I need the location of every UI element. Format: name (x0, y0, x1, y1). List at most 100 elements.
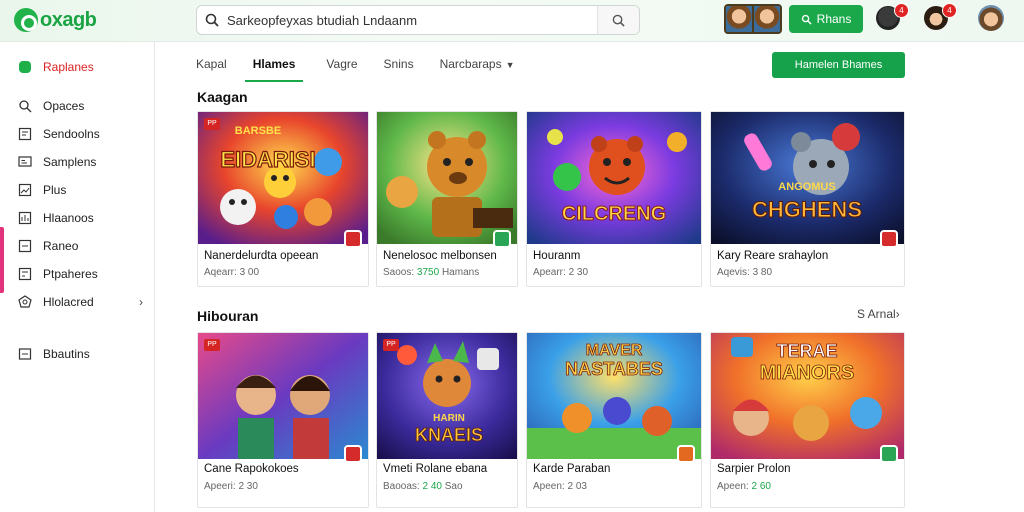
sidebar-item-label: Plus (43, 183, 67, 197)
art-title-text: NASTABES (565, 359, 663, 379)
card-tag-badge: PP (383, 339, 399, 351)
game-thumbnail: CILCRENG (527, 112, 701, 244)
sidebar-item-opaces[interactable]: Opaces (0, 94, 155, 118)
game-thumbnail (377, 112, 517, 244)
card-title: Houranm (533, 250, 581, 262)
search-bar (196, 5, 640, 35)
card-meta: Saoos: 3750 Hamans (383, 267, 479, 278)
tab-hlames[interactable]: Hlames (244, 52, 304, 82)
sidebar-item-samplens[interactable]: Samplens (0, 150, 155, 174)
friends-avatar-pair[interactable] (724, 4, 782, 34)
logo-icon (14, 8, 38, 32)
notifications-avatar[interactable]: 4 (876, 3, 909, 30)
logo-text: oxagb (40, 8, 97, 31)
game-card[interactable]: CILCRENG Houranm Apearr: 2 30 (526, 111, 702, 287)
friend-avatar (752, 6, 780, 32)
monitor-icon (18, 156, 32, 167)
favorite-icon[interactable] (344, 445, 362, 463)
sidebar-item-label: Samplens (43, 155, 97, 169)
friend-avatar (726, 6, 752, 32)
header-primary-button-label: Rhans (816, 12, 852, 26)
art-top-text: MAVER (586, 342, 643, 359)
meta-label: Apeen: (717, 481, 752, 492)
caret-down-icon: ▼ (505, 60, 515, 70)
messages-avatar[interactable]: 4 (924, 3, 957, 30)
game-thumbnail: ANGOMUS CHGHENS (711, 112, 904, 244)
search-button[interactable] (597, 6, 639, 34)
meta-suffix: Hamans (441, 267, 480, 278)
card-meta: Aqevis: 3 80 (717, 267, 772, 278)
header-primary-button[interactable]: Rhans (789, 5, 863, 33)
card-tag-badge: PP (204, 118, 220, 130)
sidebar: Raplanes Opaces Sendoolns Samplens Plus … (0, 42, 155, 512)
game-thumbnail: MAVER NASTABES (527, 333, 701, 459)
game-card[interactable]: PP Cane Rapokokoes Apeeri: 2 30 (197, 332, 369, 508)
card-title: Sarpier Prolon (717, 463, 791, 475)
game-card[interactable]: MAVER NASTABES Karde Paraban Apeen: 2 03 (526, 332, 702, 508)
card-tag-badge: PP (204, 339, 220, 351)
game-thumbnail: EIDARISI BARSBE (198, 112, 368, 244)
home-icon (19, 61, 31, 73)
profile-avatar[interactable] (978, 5, 1004, 31)
meta-label: Apeen: (533, 481, 568, 492)
tab-bar: Kapal Hlames Vagre Snins Narcbaraps ▼ (193, 52, 538, 82)
game-card[interactable]: TERAE MIANORS Sarpier Prolon Apeen: 2 60 (710, 332, 905, 508)
tab-vagre[interactable]: Vagre (323, 52, 360, 82)
notification-badge: 4 (894, 3, 909, 18)
favorite-icon[interactable] (493, 230, 511, 248)
meta-label: Apearr: (533, 267, 569, 278)
logo[interactable]: oxagb (14, 8, 97, 32)
sidebar-item-label: Raplanes (43, 60, 94, 74)
sidebar-item-raplanes[interactable]: Raplanes (0, 55, 155, 79)
sidebar-item-label: Hlolacred (43, 295, 94, 309)
tab-narcbaraps[interactable]: Narcbaraps ▼ (437, 52, 518, 82)
meta-value: 2 30 (568, 267, 589, 278)
tab-label: Narcbaraps (439, 57, 502, 71)
art-title-text: MIANORS (760, 362, 854, 384)
game-card[interactable]: ANGOMUS CHGHENS Kary Reare srahaylon Aqe… (710, 111, 905, 287)
art-top-text: BARSBE (235, 125, 281, 137)
meta-value: 2 60 (751, 481, 771, 492)
cta-button[interactable]: Hamelen Bhames (772, 52, 905, 78)
card-meta: Baooas: 2 40 Sao (383, 481, 463, 492)
search-submit-icon (612, 14, 625, 27)
meta-value: 3 00 (239, 267, 260, 278)
meta-suffix: Sao (444, 481, 463, 492)
favorite-icon[interactable] (344, 230, 362, 248)
tab-kapal[interactable]: Kapal (193, 52, 230, 82)
favorite-icon[interactable] (677, 445, 695, 463)
sidebar-item-raneo[interactable]: Raneo (0, 234, 155, 258)
game-card[interactable]: HARIN KNAEIS PP Vmeti Rolane ebana Baooa… (376, 332, 518, 508)
sidebar-item-plus[interactable]: Plus (0, 178, 155, 202)
art-top-text: TERAE (776, 341, 837, 361)
folder-icon (18, 239, 32, 253)
art-title-text: EIDARISI (220, 147, 315, 172)
favorite-icon[interactable] (880, 445, 898, 463)
favorite-icon[interactable] (880, 230, 898, 248)
tab-snins[interactable]: Snins (381, 52, 417, 82)
search-input[interactable] (227, 12, 577, 28)
meta-value: 3 80 (752, 267, 773, 278)
sidebar-item-hlaanoos[interactable]: Hlaanoos (0, 206, 155, 230)
sidebar-item-ptpaheres[interactable]: Ptpaheres (0, 262, 155, 286)
sidebar-item-bbautins[interactable]: Bbautins (0, 342, 155, 366)
grid-icon (18, 267, 32, 281)
card-title: Nenelosoc melbonsen (383, 250, 497, 262)
meta-label: Apeeri: (204, 481, 239, 492)
card-meta: Apeen: 2 03 (533, 481, 587, 492)
game-card[interactable]: Nenelosoc melbonsen Saoos: 3750 Hamans (376, 111, 518, 287)
card-title: Kary Reare srahaylon (717, 250, 829, 262)
sidebar-item-sendoolns[interactable]: Sendoolns (0, 122, 155, 146)
meta-label: Aqevis: (717, 267, 753, 278)
meta-label: Saoos: (383, 267, 417, 278)
message-badge: 4 (942, 3, 957, 18)
sidebar-item-label: Opaces (43, 99, 85, 113)
chart-icon (18, 211, 32, 225)
game-card[interactable]: EIDARISI BARSBE PP Nanerdelurdta opeean … (197, 111, 369, 287)
meta-label: Baooas: (383, 481, 423, 492)
see-all-link[interactable]: S Arnal› (857, 307, 900, 321)
image-icon (18, 183, 32, 197)
art-top-text: ANGOMUS (778, 181, 835, 193)
sidebar-item-hlolacred[interactable]: Hlolacred › (0, 290, 155, 314)
card-title: Nanerdelurdta opeean (204, 250, 319, 262)
